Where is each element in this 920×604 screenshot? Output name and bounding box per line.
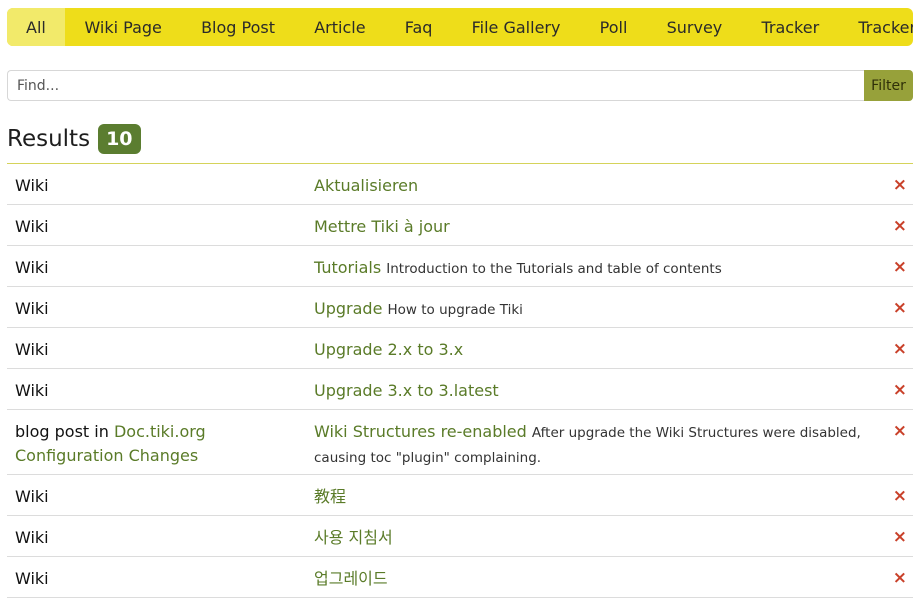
results-header: Results 10 bbox=[7, 124, 141, 154]
delete-icon[interactable]: × bbox=[893, 419, 907, 443]
tab-article[interactable]: Article bbox=[295, 8, 386, 46]
row-title-cell: 教程 bbox=[314, 485, 884, 509]
delete-icon[interactable]: × bbox=[893, 296, 907, 320]
table-row: Wiki 사용 지침서 × bbox=[7, 516, 913, 557]
row-title-link[interactable]: Wiki Structures re-enabled bbox=[314, 422, 527, 441]
tab-blog-post[interactable]: Blog Post bbox=[181, 8, 294, 46]
row-type: Wiki bbox=[15, 569, 49, 588]
table-row: Wiki Aktualisieren × bbox=[7, 164, 913, 205]
row-title-link[interactable]: Tutorials bbox=[314, 258, 381, 277]
row-title-link[interactable]: Mettre Tiki à jour bbox=[314, 217, 450, 236]
row-title-link[interactable]: Upgrade 3.x to 3.latest bbox=[314, 381, 499, 400]
row-type: Wiki bbox=[15, 381, 49, 400]
table-row: blog post in Doc.tiki.org Configuration … bbox=[7, 410, 913, 475]
tab-wiki-page[interactable]: Wiki Page bbox=[65, 8, 182, 46]
table-row: Wiki Upgrade 3.x to 3.latest × bbox=[7, 369, 913, 410]
tab-tracker-item[interactable]: Tracker Item bbox=[839, 8, 913, 46]
table-row: Wiki Upgrade How to upgrade Tiki × bbox=[7, 287, 913, 328]
row-title-cell: Mettre Tiki à jour bbox=[314, 215, 884, 239]
row-title-cell: 업그레이드 bbox=[314, 567, 884, 591]
search-bar: Filter bbox=[7, 70, 913, 101]
row-type: Wiki bbox=[15, 299, 49, 318]
row-title-link[interactable]: 사용 지침서 bbox=[314, 528, 393, 547]
tab-tracker[interactable]: Tracker bbox=[742, 8, 839, 46]
table-row: Wiki Mettre Tiki à jour × bbox=[7, 205, 913, 246]
delete-icon[interactable]: × bbox=[893, 566, 907, 590]
delete-icon[interactable]: × bbox=[893, 214, 907, 238]
row-title-link[interactable]: Aktualisieren bbox=[314, 176, 418, 195]
table-row: Wiki Tutorials Introduction to the Tutor… bbox=[7, 246, 913, 287]
tab-file-gallery[interactable]: File Gallery bbox=[452, 8, 580, 46]
tab-faq[interactable]: Faq bbox=[385, 8, 452, 46]
type-filter-tabs: All Wiki Page Blog Post Article Faq File… bbox=[7, 8, 913, 46]
row-title-cell: 사용 지침서 bbox=[314, 526, 884, 550]
row-title-cell: Aktualisieren bbox=[314, 174, 884, 198]
table-row: Wiki Upgrade 2.x to 3.x × bbox=[7, 328, 913, 369]
filter-button[interactable]: Filter bbox=[864, 70, 913, 101]
delete-icon[interactable]: × bbox=[893, 525, 907, 549]
row-type: Wiki bbox=[15, 528, 49, 547]
delete-icon[interactable]: × bbox=[893, 484, 907, 508]
tab-survey[interactable]: Survey bbox=[647, 8, 742, 46]
row-title-cell: Upgrade 2.x to 3.x bbox=[314, 338, 884, 362]
row-type: Wiki bbox=[15, 258, 49, 277]
tab-poll[interactable]: Poll bbox=[580, 8, 647, 46]
delete-icon[interactable]: × bbox=[893, 337, 907, 361]
results-table: Wiki Aktualisieren × Wiki Mettre Tiki à … bbox=[7, 164, 913, 598]
row-title-link[interactable]: Upgrade bbox=[314, 299, 382, 318]
search-input[interactable] bbox=[7, 70, 864, 101]
row-type: Wiki bbox=[15, 340, 49, 359]
row-type: Wiki bbox=[15, 176, 49, 195]
delete-icon[interactable]: × bbox=[893, 255, 907, 279]
row-title-link[interactable]: Upgrade 2.x to 3.x bbox=[314, 340, 463, 359]
row-type: Wiki bbox=[15, 217, 49, 236]
row-title-link[interactable]: 업그레이드 bbox=[314, 569, 388, 588]
row-description: Introduction to the Tutorials and table … bbox=[386, 261, 722, 277]
table-row: Wiki 업그레이드 × bbox=[7, 557, 913, 598]
results-count-badge: 10 bbox=[98, 124, 141, 154]
row-description: How to upgrade Tiki bbox=[387, 302, 523, 318]
table-row: Wiki 教程 × bbox=[7, 475, 913, 516]
delete-icon[interactable]: × bbox=[893, 378, 907, 402]
row-title-cell: Wiki Structures re-enabled After upgrade… bbox=[314, 420, 884, 470]
row-type-prefix: blog post in bbox=[15, 422, 109, 441]
row-type: Wiki bbox=[15, 487, 49, 506]
row-title-cell: Upgrade 3.x to 3.latest bbox=[314, 379, 884, 403]
delete-icon[interactable]: × bbox=[893, 173, 907, 197]
row-title-cell: Upgrade How to upgrade Tiki bbox=[314, 297, 884, 322]
row-title-link[interactable]: 教程 bbox=[314, 487, 346, 506]
results-title: Results bbox=[7, 126, 91, 152]
row-type: blog post in Doc.tiki.org Configuration … bbox=[15, 420, 305, 468]
tab-all[interactable]: All bbox=[7, 8, 65, 46]
row-title-cell: Tutorials Introduction to the Tutorials … bbox=[314, 256, 884, 281]
